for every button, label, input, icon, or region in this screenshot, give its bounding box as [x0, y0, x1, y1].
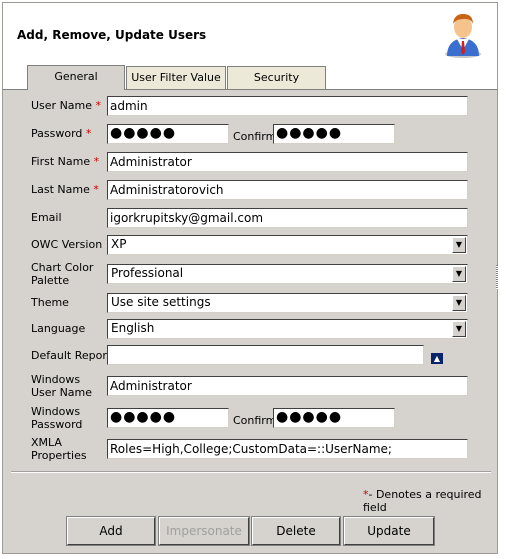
tab-user-filter-value[interactable]: User Filter Value: [126, 66, 226, 90]
confirm-password-label: Confirm: [233, 130, 277, 143]
windows-confirm-label: Confirm: [233, 414, 277, 427]
first-name-label: First Name *: [31, 155, 100, 168]
first-name-input[interactable]: Administrator: [107, 152, 468, 172]
chart-color-palette-label: Chart Color Palette: [31, 261, 94, 287]
add-button[interactable]: Add: [66, 516, 156, 546]
username-label: User Name *: [31, 99, 102, 112]
impersonate-button[interactable]: Impersonate: [158, 516, 250, 546]
chart-color-palette-value: Professional: [111, 266, 184, 280]
xmla-properties-label: XMLA Properties: [31, 436, 87, 462]
username-input[interactable]: admin: [107, 96, 468, 116]
user-avatar-icon: [445, 14, 481, 58]
owc-version-value: XP: [111, 237, 127, 251]
language-label: Language: [31, 322, 86, 335]
default-report-input[interactable]: [107, 345, 424, 365]
required-note: *- Denotes a required field: [363, 488, 482, 514]
windows-password-input[interactable]: ●●●●●: [107, 408, 229, 428]
xmla-properties-input[interactable]: Roles=High,College;CustomData=::UserName…: [107, 439, 468, 459]
theme-value: Use site settings: [111, 295, 211, 309]
tab-general[interactable]: General: [27, 65, 125, 90]
default-report-label: Default Report: [31, 349, 112, 362]
windows-password-label: Windows Password: [31, 405, 83, 431]
theme-label: Theme: [31, 296, 69, 309]
upload-icon[interactable]: ▲: [431, 353, 443, 364]
password-input[interactable]: ●●●●●: [107, 124, 229, 144]
form-divider-highlight: [11, 472, 491, 473]
windows-confirm-input[interactable]: ●●●●●: [273, 408, 395, 428]
dialog-title: Add, Remove, Update Users: [17, 28, 207, 42]
chevron-down-icon[interactable]: ▼: [452, 321, 466, 337]
chart-color-palette-select[interactable]: Professional ▼: [107, 264, 468, 284]
windows-user-name-input[interactable]: Administrator: [107, 376, 468, 396]
owc-version-label: OWC Version: [31, 238, 103, 251]
user-dialog: Add, Remove, Update Users General User F…: [2, 2, 498, 554]
chevron-down-icon[interactable]: ▼: [452, 266, 466, 282]
chevron-down-icon[interactable]: ▼: [452, 295, 466, 311]
email-label: Email: [31, 211, 62, 224]
owc-version-select[interactable]: XP ▼: [107, 235, 468, 255]
update-button[interactable]: Update: [343, 516, 435, 546]
resize-grip[interactable]: [496, 265, 498, 289]
delete-button[interactable]: Delete: [251, 516, 341, 546]
password-label: Password *: [31, 127, 92, 140]
tab-security[interactable]: Security: [227, 66, 326, 90]
windows-user-name-label: Windows User Name: [31, 373, 93, 399]
last-name-input[interactable]: Administratorovich: [107, 180, 468, 200]
chevron-down-icon[interactable]: ▼: [452, 237, 466, 253]
theme-select[interactable]: Use site settings ▼: [107, 293, 468, 313]
last-name-label: Last Name *: [31, 183, 99, 196]
confirm-password-input[interactable]: ●●●●●: [273, 124, 395, 144]
email-input[interactable]: igorkrupitsky@gmail.com: [107, 208, 468, 228]
language-select[interactable]: English ▼: [107, 319, 468, 339]
language-value: English: [111, 321, 155, 335]
